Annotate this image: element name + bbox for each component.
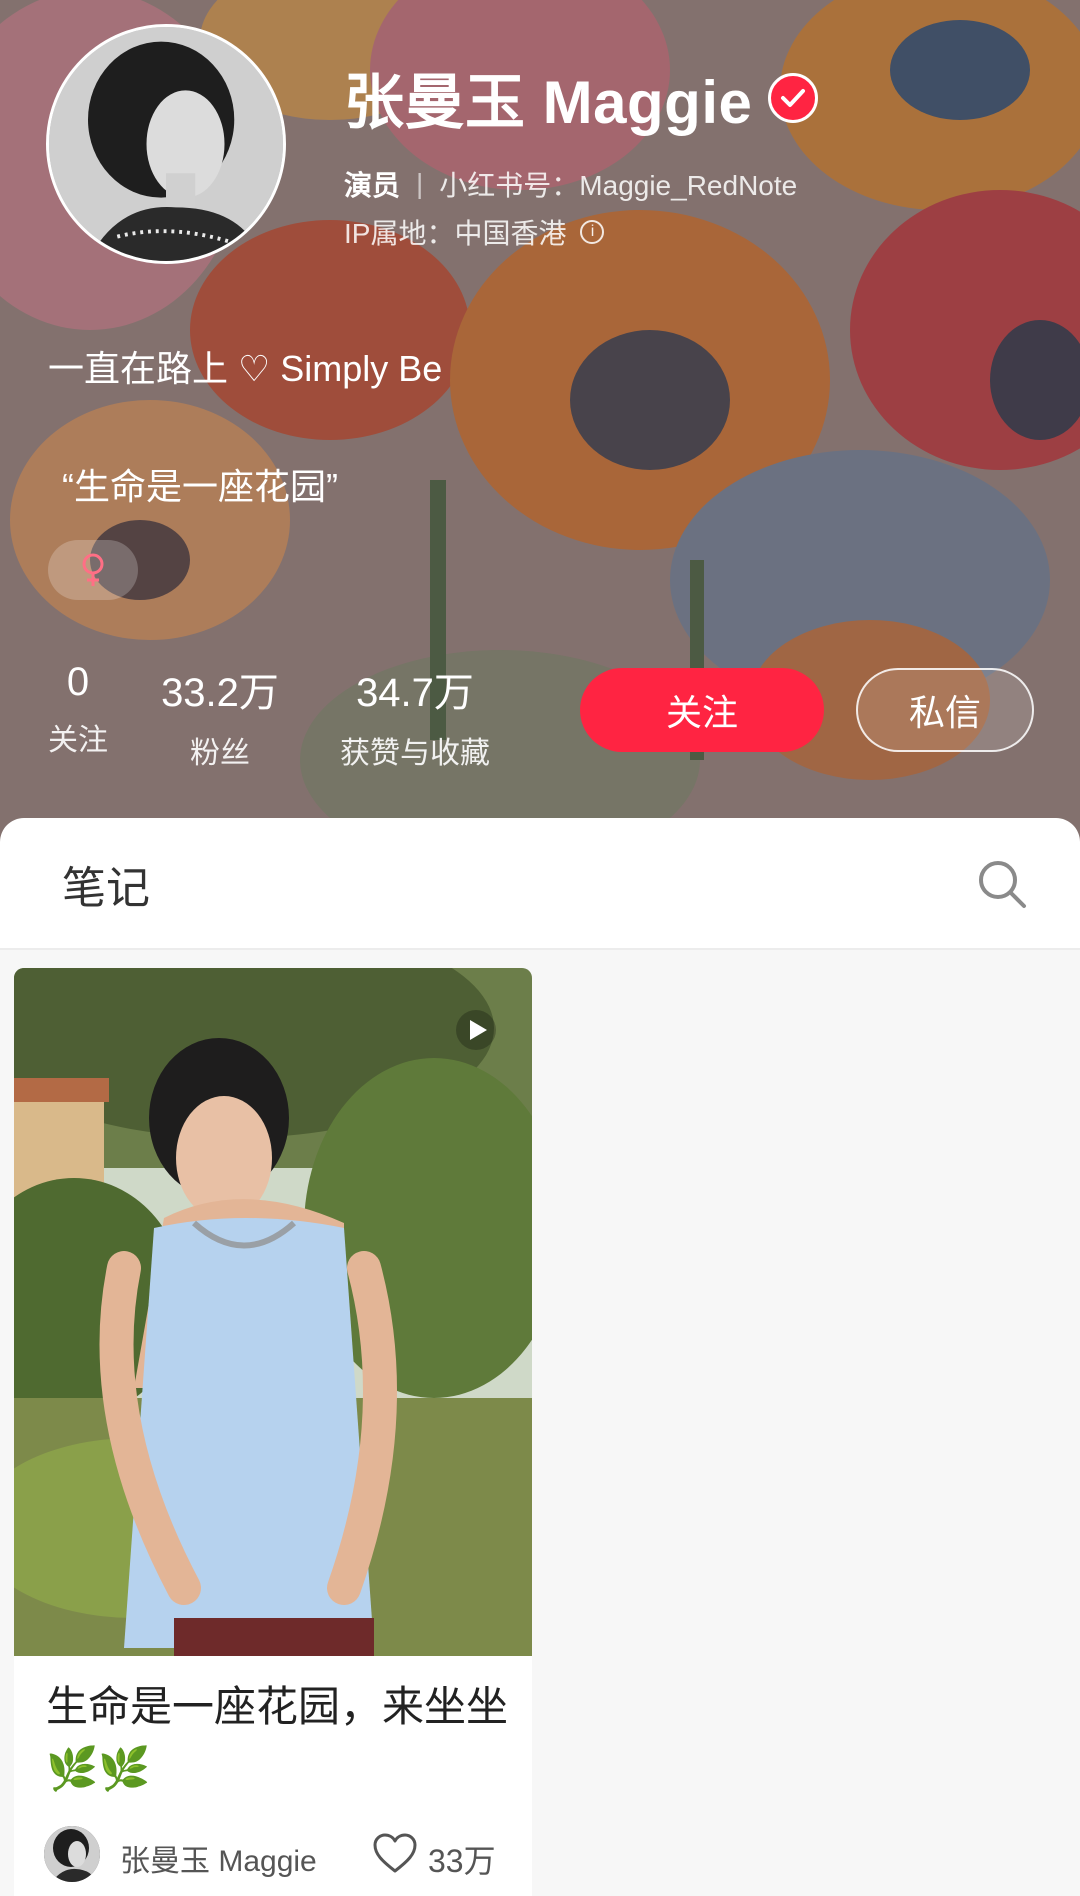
video-play-icon <box>456 1010 496 1050</box>
ip-location: IP属地：中国香港 <box>344 218 567 249</box>
following-count: 0 <box>66 660 90 704</box>
meta-separator: | <box>416 168 424 199</box>
profile-role: 演员 <box>344 170 401 201</box>
note-title[interactable]: 生命是一座花园，来坐坐🌿🌿 <box>46 1676 516 1800</box>
bio-line-2: “生命是一座花园” <box>62 466 338 507</box>
ip-location-row: IP属地：中国香港 i <box>344 212 605 252</box>
tab-notes[interactable]: 笔记 <box>62 852 150 916</box>
author-avatar[interactable] <box>44 1826 100 1882</box>
message-button[interactable]: 私信 <box>856 668 1034 752</box>
profile-header: 张曼玉 Maggie 演员 | 小红书号：Maggie_RedNote IP属地… <box>0 0 1080 860</box>
note-cover-image[interactable] <box>14 968 532 1656</box>
stat-likes[interactable]: 34.7万 获赞与收藏 <box>320 660 510 772</box>
tab-bar: 笔记 <box>0 818 1080 950</box>
female-icon <box>82 553 104 586</box>
heart-icon[interactable] <box>372 1832 418 1874</box>
likes-count: 34.7万 <box>356 671 474 715</box>
profile-avatar[interactable] <box>46 24 286 264</box>
bio-line-1: 一直在路上 ♡ Simply Be <box>48 348 443 389</box>
stat-fans[interactable]: 33.2万 粉丝 <box>150 660 290 772</box>
info-icon[interactable]: i <box>580 220 605 244</box>
profile-name-row: 张曼玉 Maggie <box>344 54 819 141</box>
fans-label: 粉丝 <box>190 737 250 770</box>
fans-count: 33.2万 <box>161 671 279 715</box>
author-name[interactable]: 张曼玉 Maggie <box>120 1836 317 1880</box>
profile-meta: 演员 | 小红书号：Maggie_RedNote <box>344 164 797 204</box>
likes-label: 获赞与收藏 <box>340 737 490 770</box>
stat-following[interactable]: 0 关注 <box>30 660 126 759</box>
follow-button[interactable]: 关注 <box>580 668 824 752</box>
search-icon[interactable] <box>976 858 1028 910</box>
gender-tag <box>48 540 138 600</box>
following-label: 关注 <box>48 724 108 757</box>
like-count: 33万 <box>428 1843 496 1879</box>
redbook-id: 小红书号：Maggie_RedNote <box>439 170 798 201</box>
note-card[interactable]: 生命是一座花园，来坐坐🌿🌿 张曼玉 Maggie 33万 <box>14 968 532 1896</box>
verified-badge-icon <box>768 72 819 123</box>
profile-name: 张曼玉 Maggie <box>344 69 753 136</box>
